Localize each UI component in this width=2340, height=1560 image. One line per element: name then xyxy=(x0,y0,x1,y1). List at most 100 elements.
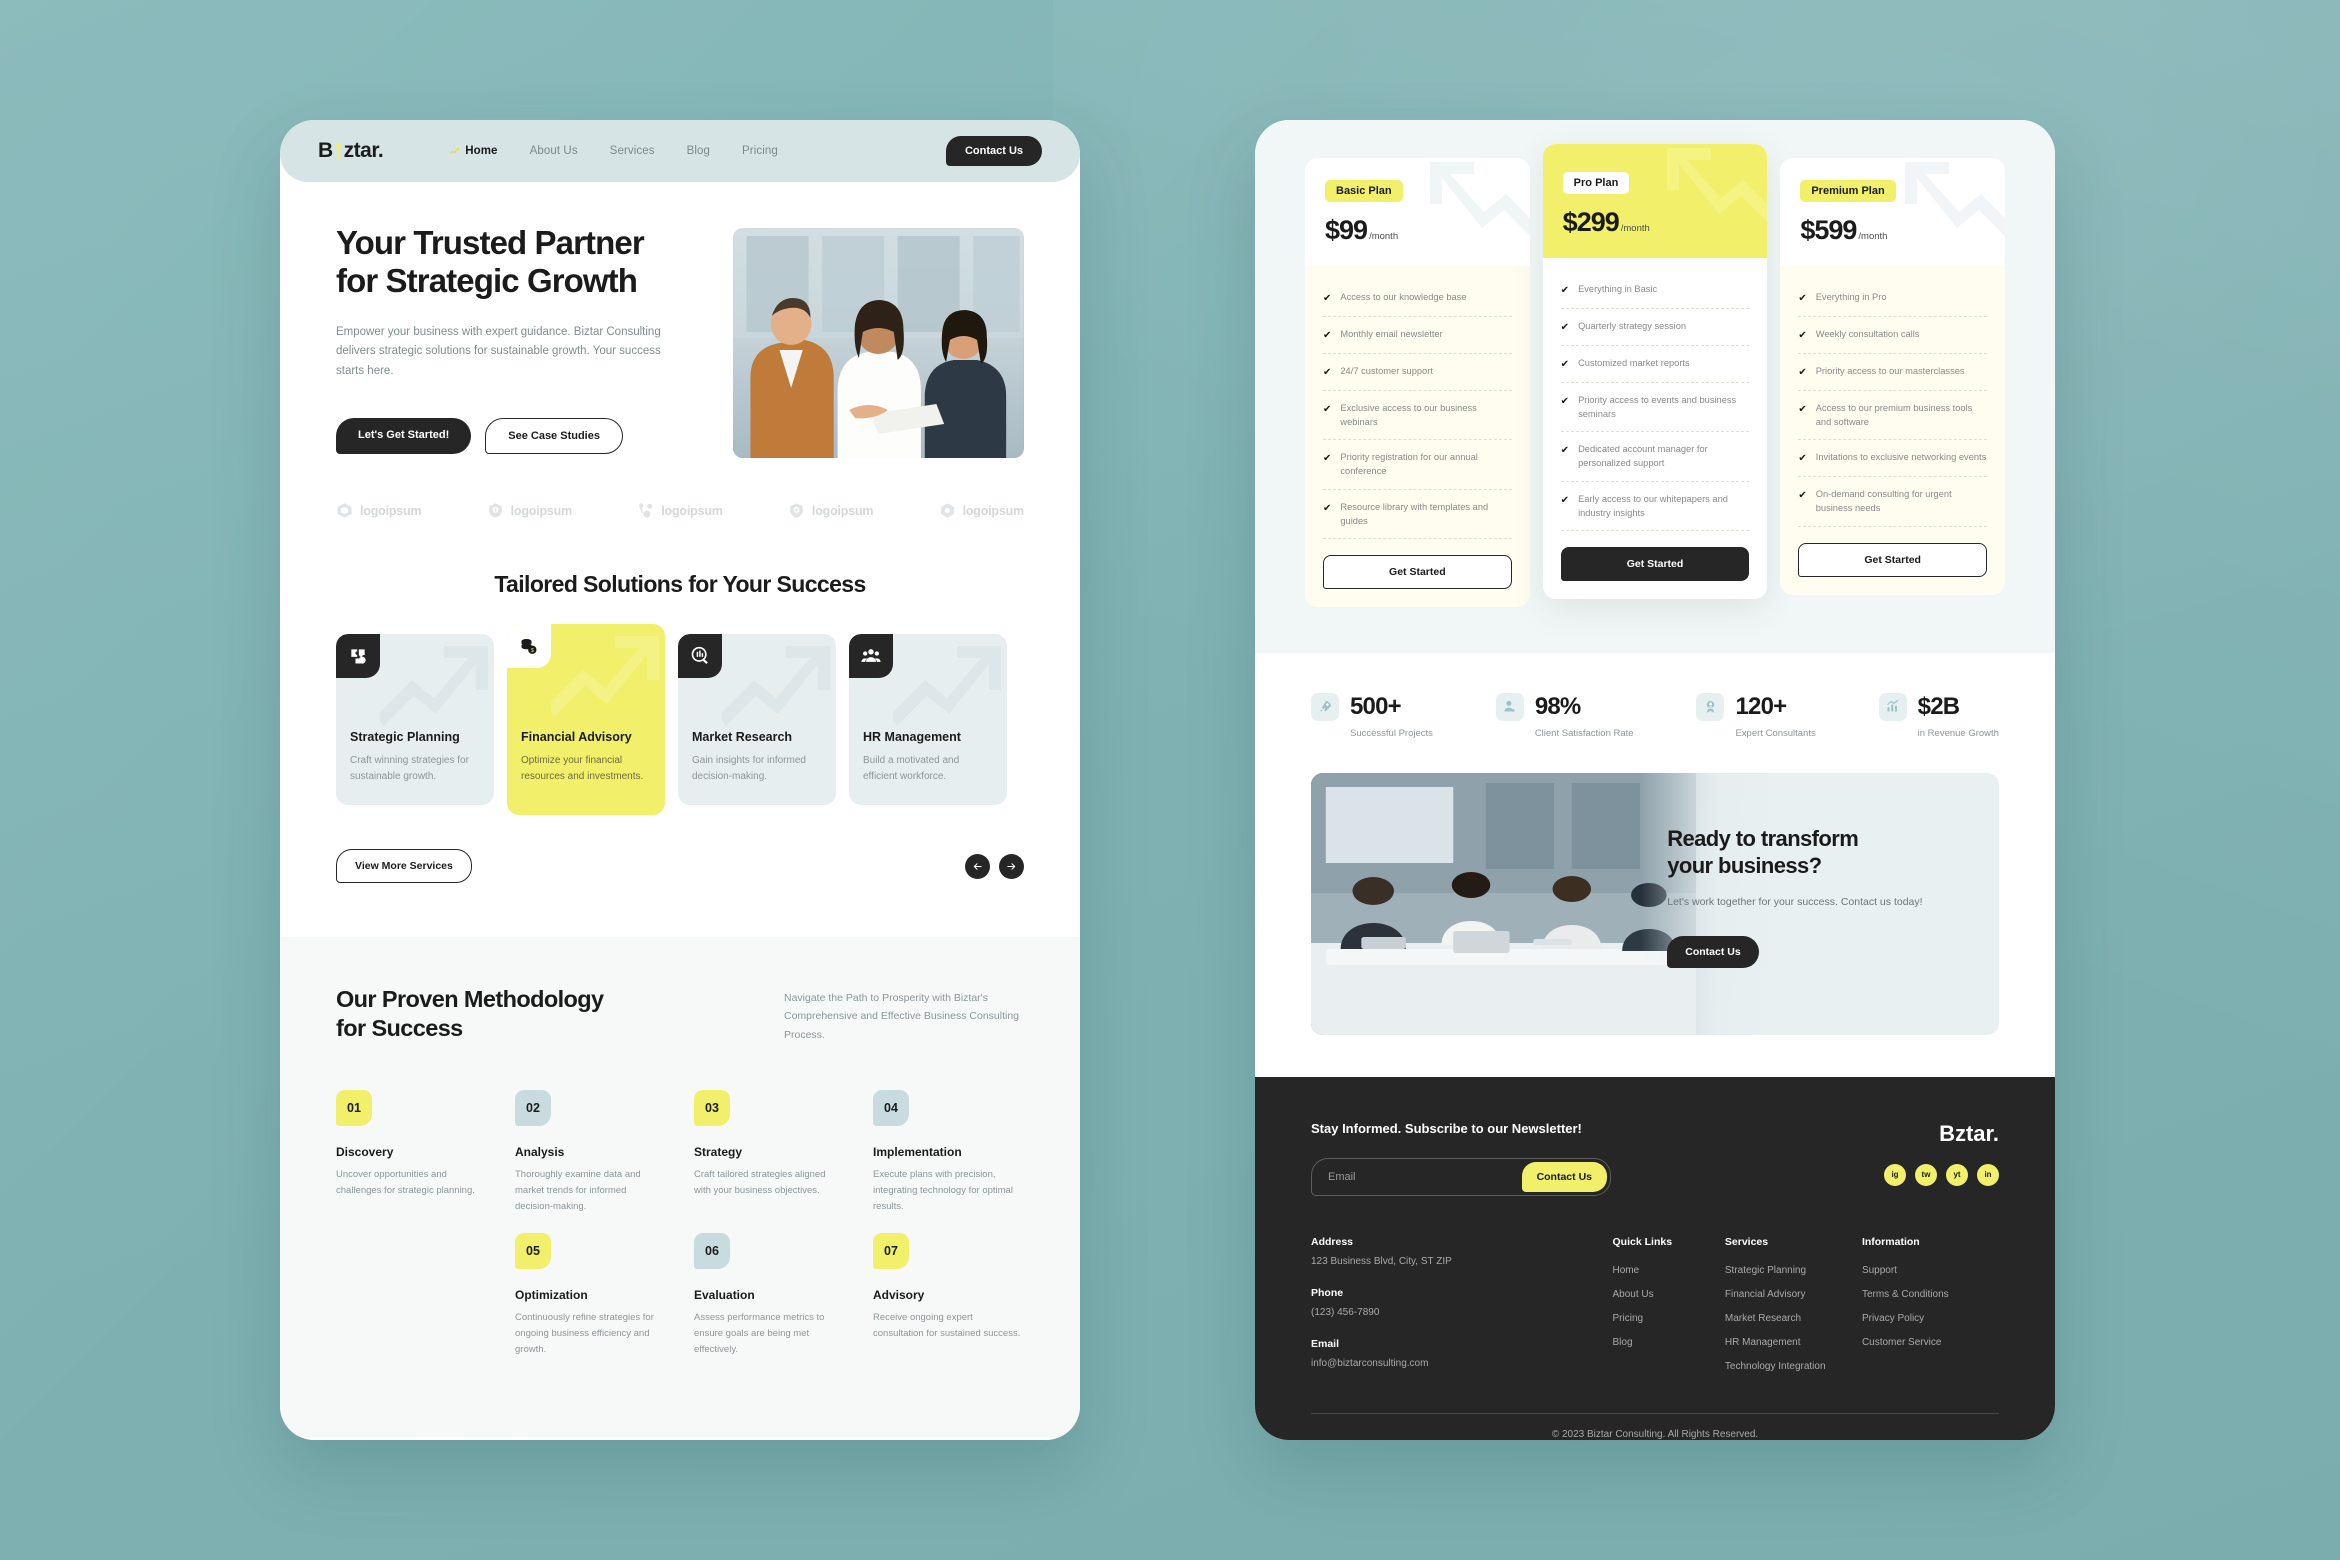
nav-item-label: Home xyxy=(465,145,498,157)
footer-link[interactable]: Financial Advisory xyxy=(1725,1289,1862,1300)
methodology-step: 03 Strategy Craft tailored strategies al… xyxy=(694,1090,845,1215)
plan-feature-text: On-demand consulting for urgent business… xyxy=(1815,489,1952,514)
methodology-title-line1: Our Proven Methodology xyxy=(336,986,604,1012)
magnifier-chart-icon xyxy=(678,634,722,678)
methodology-step: 06 Evaluation Assess performance metrics… xyxy=(694,1232,845,1358)
plan-feature-item: ✔ Weekly consultation calls xyxy=(1798,317,1988,354)
plan-feature-text: Weekly consultation calls xyxy=(1815,329,1920,339)
plan-feature-item: ✔ Customized market reports xyxy=(1560,346,1750,383)
puzzle-icon xyxy=(336,634,380,678)
check-icon: ✔ xyxy=(1560,396,1570,407)
plan-price-amount: $99 xyxy=(1325,215,1368,245)
brand-logo[interactable]: B ztar. xyxy=(318,139,384,163)
plan-feature-item: ✔ Resource library with templates and gui… xyxy=(1323,490,1512,539)
nav-contact-us-button[interactable]: Contact Us xyxy=(945,136,1042,166)
nav-item-about-us[interactable]: About Us xyxy=(530,145,578,157)
footer-column-information: Information Support Terms & Conditions P… xyxy=(1862,1236,1999,1385)
check-icon: ✔ xyxy=(1560,494,1570,506)
nav-item-services[interactable]: Services xyxy=(610,145,655,157)
phone-label: Phone xyxy=(1311,1286,1344,1299)
plan-feature-text: Access to our premium business tools and… xyxy=(1815,403,1973,428)
plan-get-started-button[interactable]: Get Started xyxy=(1560,546,1750,581)
cta-contact-us-button[interactable]: Contact Us xyxy=(1667,935,1759,968)
plan-price-amount: $299 xyxy=(1562,207,1620,237)
plan-feature-text: Early access to our whitepapers and indu… xyxy=(1578,493,1728,518)
footer-link[interactable]: Blog xyxy=(1613,1337,1725,1348)
service-card-market-research[interactable]: Market Research Gain insights for inform… xyxy=(678,634,836,805)
plan-feature-text: Invitations to exclusive networking even… xyxy=(1815,452,1987,463)
step-number: 03 xyxy=(694,1090,730,1127)
plan-get-started-button[interactable]: Get Started xyxy=(1323,554,1512,589)
step-title: Advisory xyxy=(873,1287,925,1302)
nav-item-pricing[interactable]: Pricing xyxy=(742,145,778,157)
shield-plus-icon xyxy=(488,503,502,518)
footer-copyright: © 2023 Biztar Consulting. All Rights Res… xyxy=(1551,1428,1759,1440)
plan-badge: Premium Plan xyxy=(1800,180,1896,202)
methodology-step: 05 Optimization Continuously refine stra… xyxy=(515,1232,666,1358)
footer-link[interactable]: Technology Integration xyxy=(1725,1361,1862,1372)
get-started-button[interactable]: Let's Get Started! xyxy=(336,417,472,454)
client-logo: logoipsum xyxy=(487,502,572,519)
footer-link[interactable]: Market Research xyxy=(1725,1313,1862,1324)
footer-link[interactable]: Support xyxy=(1862,1265,1999,1276)
step-title: Discovery xyxy=(336,1145,394,1160)
service-card-hr-management[interactable]: HR Management Build a motivated and effi… xyxy=(849,634,1007,805)
footer-link[interactable]: Customer Service xyxy=(1862,1337,1999,1348)
footer-link[interactable]: HR Management xyxy=(1725,1337,1862,1348)
service-card-desc: Build a motivated and efficient workforc… xyxy=(863,755,960,782)
newsletter-submit-button[interactable]: Contact Us xyxy=(1521,1161,1607,1192)
plan-feature-text: Everything in Basic xyxy=(1578,284,1658,294)
cta-heading-line2: your business? xyxy=(1667,853,1822,879)
footer-column-title: Quick Links xyxy=(1612,1235,1673,1248)
service-card-desc: Gain insights for informed decision-maki… xyxy=(692,755,806,782)
footer-link[interactable]: Terms & Conditions xyxy=(1862,1289,1999,1300)
youtube-icon[interactable]: yt xyxy=(1946,1163,1968,1186)
hero-title-line1: Your Trusted Partner xyxy=(336,224,645,261)
check-icon: ✔ xyxy=(1323,293,1332,304)
service-card-financial-advisory[interactable]: $ Financial Advisory Optimize your finan… xyxy=(507,624,665,815)
check-icon: ✔ xyxy=(1323,502,1332,514)
footer-link[interactable]: Privacy Policy xyxy=(1862,1313,1999,1324)
service-card-strategic-planning[interactable]: Strategic Planning Craft winning strateg… xyxy=(336,634,494,805)
plan-feature-item: ✔ Everything in Basic xyxy=(1560,272,1750,309)
footer-link[interactable]: Strategic Planning xyxy=(1725,1265,1862,1276)
plan-get-started-button[interactable]: Get Started xyxy=(1798,542,1988,577)
nav-item-home[interactable]: Home xyxy=(449,145,497,157)
bar-chart-icon-glyph xyxy=(1887,700,1899,712)
see-case-studies-button[interactable]: See Case Studies xyxy=(485,417,623,454)
footer-brand-logo[interactable]: B ztar. xyxy=(1884,1121,1999,1147)
stat-item: $2B in Revenue Growth xyxy=(1878,692,1999,739)
cta-banner: Ready to transform your business? Let's … xyxy=(1311,772,1999,1035)
check-icon: ✔ xyxy=(1323,404,1332,415)
client-logo-label: logoipsum xyxy=(661,503,723,518)
view-more-services-button[interactable]: View More Services xyxy=(336,849,472,883)
plan-feature-text: 24/7 customer support xyxy=(1340,366,1433,376)
nav-item-blog[interactable]: Blog xyxy=(687,145,710,157)
nav-links: Home About Us Services Blog Pricing xyxy=(449,145,778,157)
landing-page-preview-left: B ztar. Home About Us Services Blog Pric… xyxy=(280,120,1080,1440)
plan-price: $299/month xyxy=(1563,207,1748,238)
plan-feature-item: ✔ Priority registration for our annual co… xyxy=(1323,440,1512,490)
linkedin-icon[interactable]: in xyxy=(1977,1163,1999,1186)
step-desc: Execute plans with precision, integratin… xyxy=(873,1169,1013,1213)
people-icon xyxy=(849,634,893,678)
footer-link[interactable]: About Us xyxy=(1613,1289,1725,1300)
badge-person-icon-glyph xyxy=(1706,701,1715,713)
footer-column-quick-links: Quick Links Home About Us Pricing Blog xyxy=(1613,1236,1725,1385)
step-number: 01 xyxy=(336,1090,372,1127)
plan-price-period: /month xyxy=(1620,223,1650,234)
carousel-prev-button[interactable] xyxy=(965,853,990,879)
methodology-steps: 01 Discovery Uncover opportunities and c… xyxy=(336,1090,1024,1358)
service-card-desc: Craft winning strategies for sustainable… xyxy=(350,755,469,782)
footer-link[interactable]: Home xyxy=(1613,1265,1725,1276)
footer-link[interactable]: Pricing xyxy=(1613,1313,1725,1324)
check-icon: ✔ xyxy=(1560,445,1570,457)
growth-arrow-decoration xyxy=(893,646,1001,726)
carousel-next-button[interactable] xyxy=(999,853,1024,879)
plan-feature-text: Monthly email newsletter xyxy=(1340,329,1443,339)
instagram-icon[interactable]: ig xyxy=(1884,1163,1906,1186)
hero-title-line2: for Strategic Growth xyxy=(336,262,638,300)
plan-features: ✔ Everything in Pro ✔ Weekly consultation … xyxy=(1780,266,2005,595)
twitter-icon[interactable]: tw xyxy=(1915,1163,1937,1186)
newsletter-email-input[interactable] xyxy=(1328,1170,1522,1183)
